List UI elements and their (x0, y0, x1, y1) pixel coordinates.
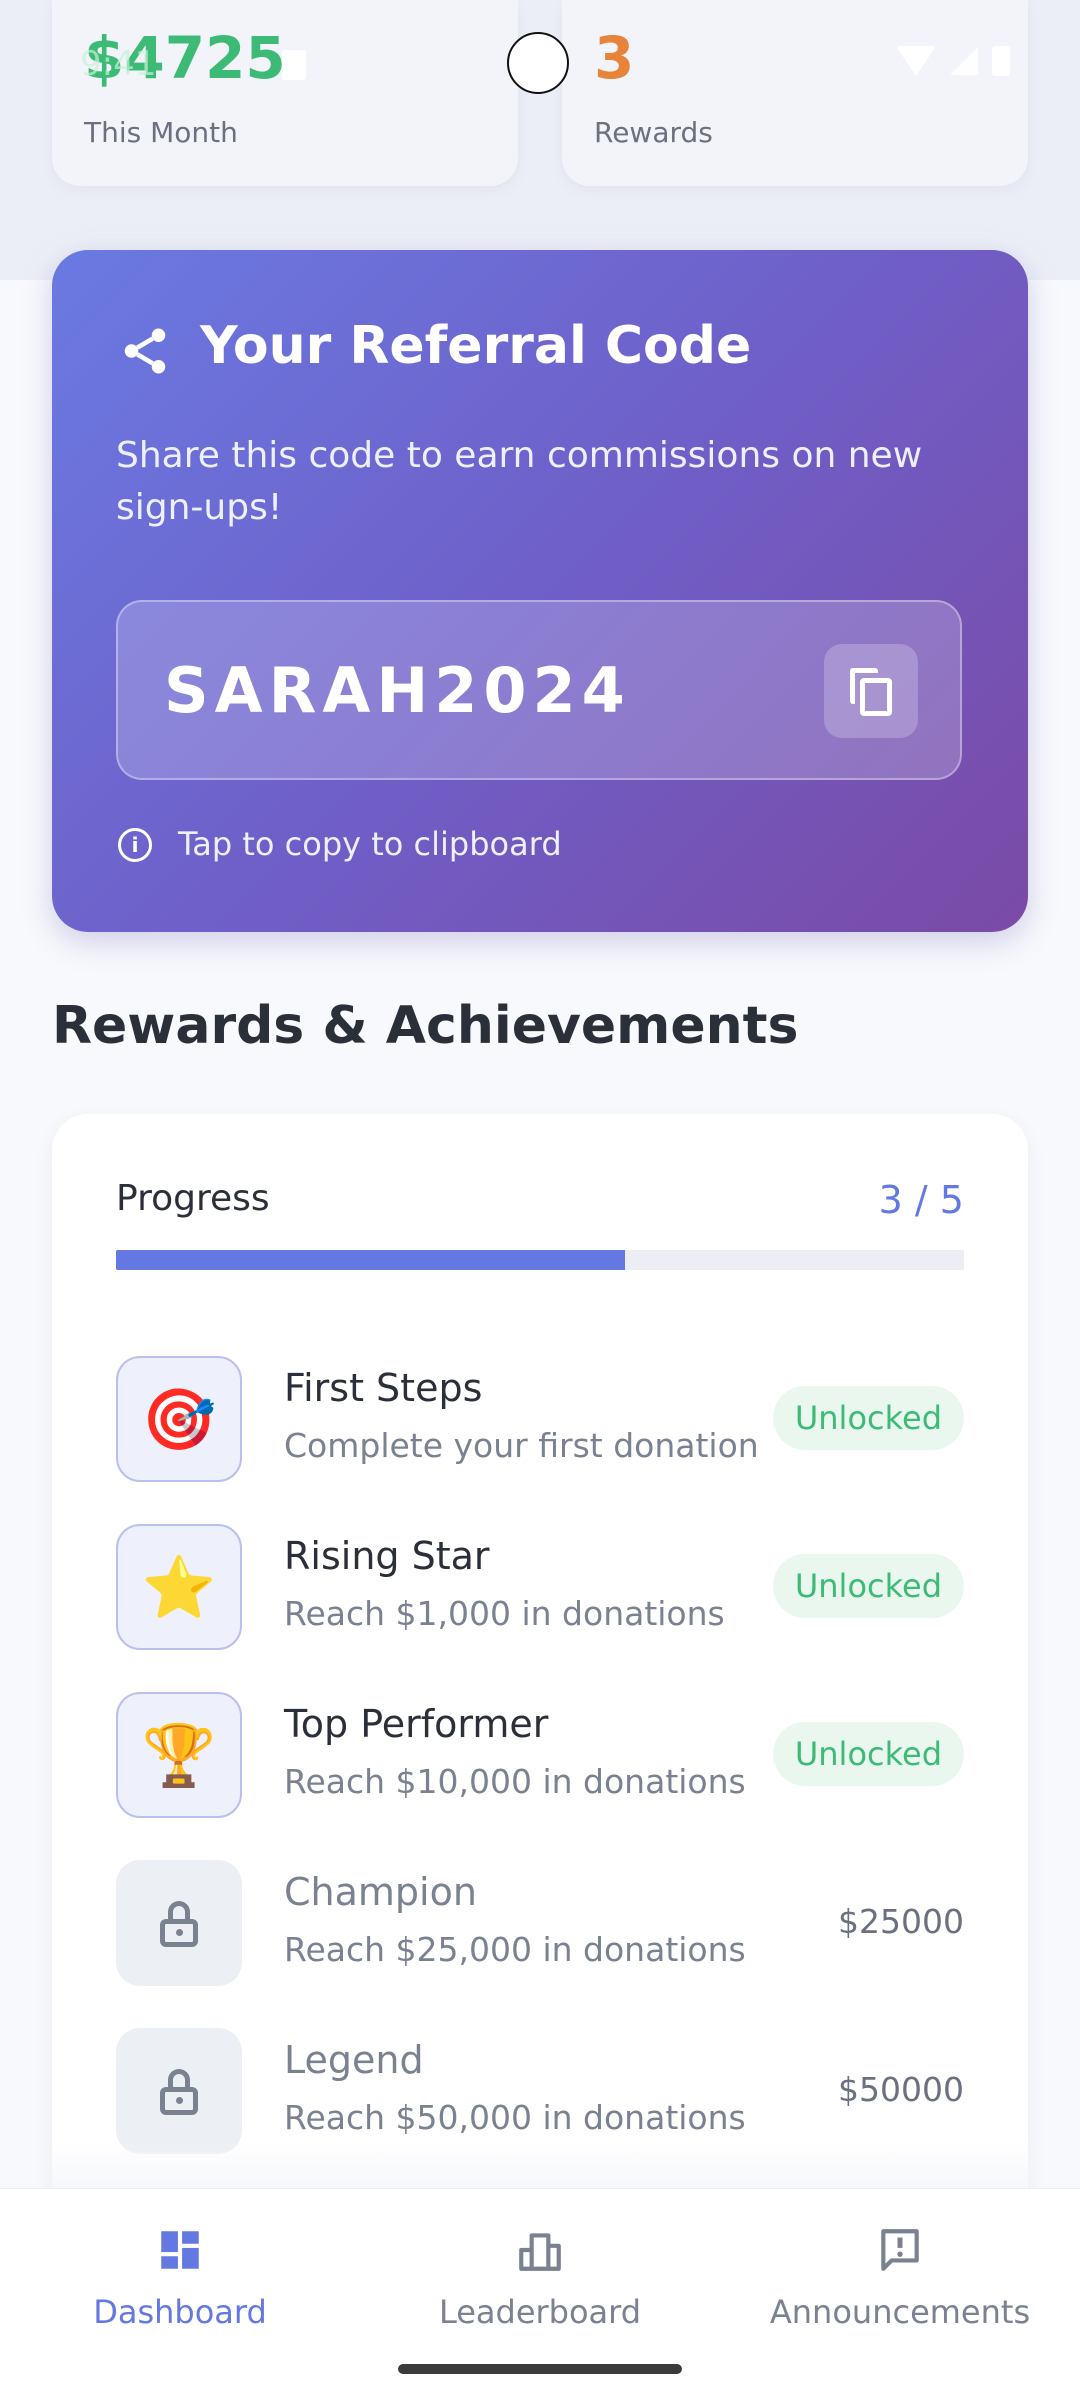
progress-label: Progress (116, 1178, 270, 1219)
lock-icon (116, 1860, 242, 1986)
reward-subtitle: Reach $10,000 in donations (284, 1762, 746, 1801)
scroll-fade (52, 2140, 1028, 2190)
reward-title: Champion (284, 1870, 477, 1914)
status-badge: Unlocked (772, 1386, 964, 1450)
reward-threshold: $25000 (838, 1902, 964, 1941)
reward-threshold: $50000 (838, 2070, 964, 2109)
home-indicator[interactable] (398, 2364, 682, 2374)
progress-fill (116, 1250, 625, 1270)
dashboard-icon (161, 2231, 199, 2269)
status-badge: Unlocked (772, 1554, 964, 1618)
referral-code-box[interactable]: SARAH2024 (116, 600, 962, 780)
star-icon: ⭐ (116, 1524, 242, 1650)
reward-row-rising-star[interactable]: ⭐ Rising Star Reach $1,000 in donations … (116, 1524, 964, 1650)
nav-dashboard[interactable]: Dashboard (0, 2213, 360, 2353)
reward-subtitle: Reach $50,000 in donations (284, 2098, 746, 2137)
info-icon: i (118, 828, 152, 862)
section-title: Rewards & Achievements (52, 996, 799, 1056)
stat-label: Rewards (594, 116, 713, 149)
reward-subtitle: Reach $25,000 in donations (284, 1930, 746, 1969)
referral-code[interactable]: SARAH2024 (164, 654, 631, 727)
reward-row-champion[interactable]: Champion Reach $25,000 in donations $250… (116, 1860, 964, 1986)
battery-icon (992, 46, 1010, 76)
copy-button[interactable] (824, 644, 918, 738)
leaderboard-icon (519, 2233, 561, 2271)
reward-subtitle: Complete your first donation (284, 1426, 759, 1465)
lock-icon (116, 2028, 242, 2154)
target-icon: 🎯 (116, 1356, 242, 1482)
progress-bar (116, 1250, 964, 1270)
reward-title: First Steps (284, 1366, 483, 1410)
reward-row-top-performer[interactable]: 🏆 Top Performer Reach $10,000 in donatio… (116, 1692, 964, 1818)
nav-label: Leaderboard (438, 2293, 642, 2331)
referral-card: Your Referral Code Share this code to ea… (52, 250, 1028, 932)
status-time: 9:41 (80, 44, 157, 84)
reward-row-first-steps[interactable]: 🎯 First Steps Complete your first donati… (116, 1356, 964, 1482)
nav-label: Announcements (769, 2293, 1031, 2331)
copy-hint: Tap to copy to clipboard (178, 825, 562, 863)
wifi-icon (896, 46, 936, 76)
reward-row-legend[interactable]: Legend Reach $50,000 in donations $50000 (116, 2028, 964, 2154)
stat-card-rewards: 3 Rewards (562, 0, 1028, 186)
status-icons (896, 46, 1010, 76)
stat-card-this-month: $4725 This Month (52, 0, 518, 186)
announcement-icon (881, 2229, 919, 2271)
nav-announcements[interactable]: Announcements (720, 2213, 1080, 2353)
nav-label: Dashboard (93, 2293, 267, 2331)
progress-count: 3 / 5 (878, 1178, 964, 1222)
referral-subtitle: Share this code to earn commissions on n… (116, 435, 923, 528)
share-icon[interactable] (118, 324, 172, 378)
stat-value: 3 (594, 24, 635, 92)
nav-leaderboard[interactable]: Leaderboard (360, 2213, 720, 2353)
reward-title: Rising Star (284, 1534, 490, 1578)
reward-subtitle: Reach $1,000 in donations (284, 1594, 725, 1633)
stat-label: This Month (84, 116, 238, 149)
trophy-icon: 🏆 (116, 1692, 242, 1818)
sim-card-icon (282, 50, 306, 80)
reward-title: Top Performer (284, 1702, 549, 1746)
reward-title: Legend (284, 2038, 424, 2082)
copy-icon-front (860, 678, 892, 716)
referral-title: Your Referral Code (200, 316, 752, 376)
status-badge: Unlocked (772, 1722, 964, 1786)
camera-cutout (507, 32, 569, 94)
signal-icon (950, 47, 978, 75)
